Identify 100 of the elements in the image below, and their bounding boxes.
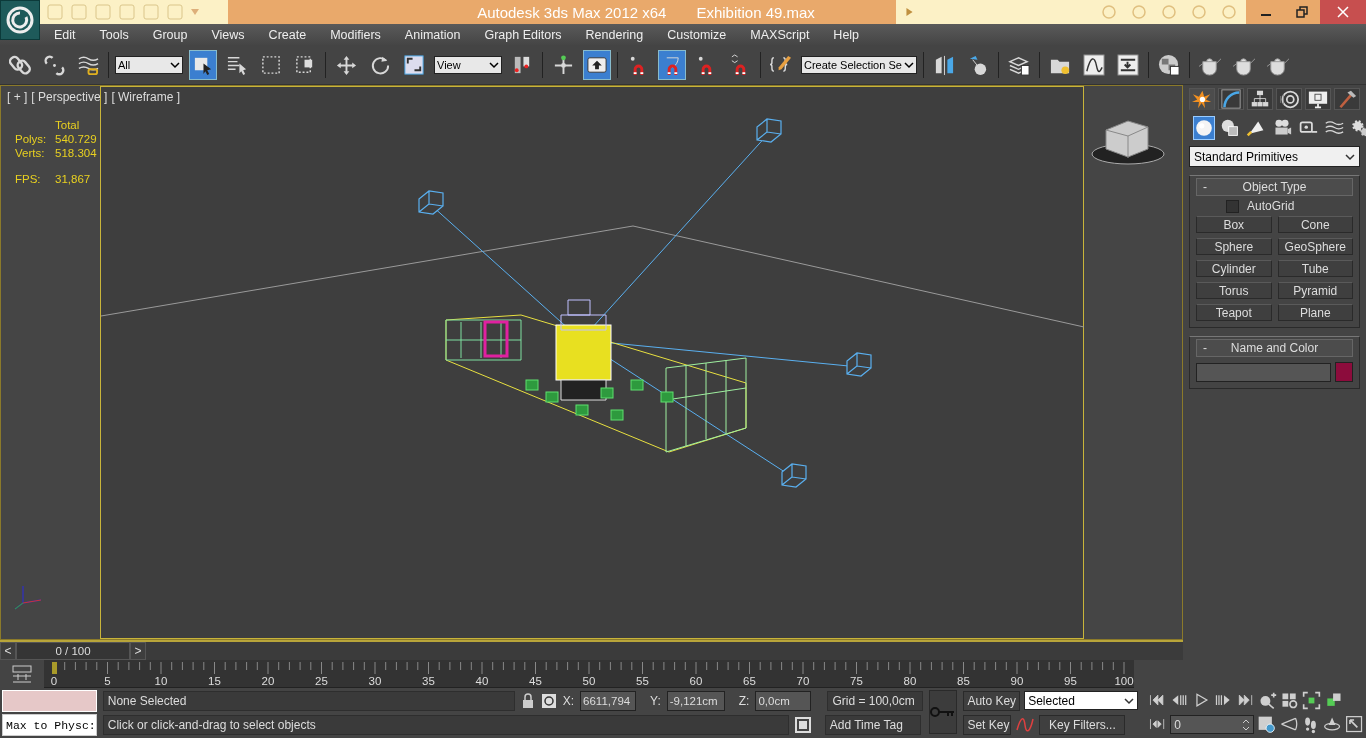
rollout-title[interactable]: Name and Color: [1217, 341, 1346, 355]
key-filters-button[interactable]: Key Filters...: [1039, 714, 1126, 735]
hammer-icon: [1337, 89, 1357, 109]
spinner-arrows-icon[interactable]: [1242, 717, 1251, 732]
current-frame-marker[interactable]: [52, 662, 57, 674]
primitive-button[interactable]: Cylinder: [1196, 260, 1272, 277]
fps-value: 31,867: [55, 173, 92, 185]
primitive-button[interactable]: Sphere: [1196, 238, 1272, 255]
timeline-label: 30: [368, 675, 382, 687]
restore-icon[interactable]: [1296, 6, 1308, 18]
timeline-label: 65: [743, 675, 756, 687]
align-icon: [967, 53, 989, 76]
key-mode-dropdown[interactable]: Selected: [1024, 691, 1139, 710]
app-title: Autodesk 3ds Max 2012 x64: [477, 3, 667, 21]
camera-robot-icon: [1272, 118, 1292, 138]
primitive-button[interactable]: Pyramid: [1277, 282, 1353, 299]
menu-item[interactable]: Modifiers: [318, 27, 393, 42]
auto-key-button[interactable]: Auto Key: [963, 690, 1021, 711]
timeline-label: 100: [1114, 675, 1134, 687]
caret-icon: [1124, 696, 1135, 705]
menu-item[interactable]: Tools: [87, 27, 141, 42]
maximize-icon[interactable]: [1345, 715, 1365, 734]
dropdown[interactable]: All: [115, 55, 183, 74]
zoom-icon[interactable]: [1258, 691, 1278, 710]
collapse-toggle[interactable]: -: [1203, 341, 1217, 355]
primitive-button[interactable]: Box: [1196, 216, 1272, 233]
caret-icon: [489, 60, 499, 69]
menu-item[interactable]: Create: [256, 27, 319, 42]
viewport-label[interactable]: [ Perspective ]: [31, 90, 108, 104]
viewport-label[interactable]: [ Wireframe ]: [111, 90, 181, 104]
primitive-button[interactable]: Torus: [1196, 282, 1272, 299]
stats-header: Total: [55, 119, 81, 131]
frame-field[interactable]: 0: [1170, 715, 1255, 734]
menu-item[interactable]: MAXScript: [738, 27, 822, 42]
panel-tab[interactable]: [1334, 88, 1360, 110]
menu-item[interactable]: Rendering: [573, 27, 656, 42]
time-tag-icon[interactable]: [794, 716, 811, 733]
panel-tab[interactable]: [1189, 88, 1215, 110]
next-frame-button[interactable]: >: [130, 642, 146, 660]
dropdown[interactable]: Create Selection Se: [801, 55, 917, 74]
set-key-button[interactable]: Set Key: [963, 714, 1012, 735]
color-swatch[interactable]: [1335, 362, 1353, 382]
panel-tab[interactable]: [1247, 88, 1273, 110]
file-title: Exhibition 49.max: [696, 3, 815, 21]
app-logo-icon[interactable]: [0, 0, 40, 40]
z-field[interactable]: 0,0cm: [755, 690, 812, 711]
x-label: X:: [562, 693, 575, 708]
lock-icon[interactable]: [520, 692, 535, 709]
move-arrows-icon: [335, 53, 357, 76]
curve-graph-icon: [1083, 53, 1105, 76]
primitive-button[interactable]: Tube: [1277, 260, 1353, 277]
schematic-icon: [1117, 53, 1139, 76]
x-field[interactable]: 6611,794: [580, 690, 637, 711]
curve-tab-icon: [1221, 89, 1241, 109]
add-time-tag[interactable]: Add Time Tag: [824, 714, 921, 735]
primitive-button[interactable]: Cone: [1277, 216, 1353, 233]
dropdown[interactable]: View: [434, 55, 502, 74]
primitive-button[interactable]: Teapot: [1196, 304, 1272, 321]
transform-mode-icon[interactable]: [540, 692, 557, 709]
primitive-button[interactable]: GeoSphere: [1277, 238, 1353, 255]
type-dropdown[interactable]: Standard Primitives: [1189, 146, 1360, 167]
selection-status: None Selected: [102, 690, 515, 711]
toolbar-button[interactable]: [189, 49, 217, 80]
menu-item[interactable]: Group: [140, 27, 200, 42]
rollout-title[interactable]: Object Type: [1217, 180, 1346, 194]
axis-tripod-icon: [14, 585, 42, 610]
menu-item[interactable]: Views: [199, 27, 257, 42]
track-bar-icon[interactable]: [11, 664, 33, 684]
timeline-label: 45: [529, 675, 542, 687]
zoom-all-icon[interactable]: [1280, 691, 1300, 710]
primitive-button[interactable]: Plane: [1277, 304, 1353, 321]
menu-item[interactable]: Customize: [655, 27, 739, 42]
timeline-label: 0: [50, 675, 58, 687]
chain-link-icon: [9, 53, 31, 76]
toolbar-button[interactable]: [583, 49, 611, 80]
menu-item[interactable]: Edit: [42, 27, 88, 42]
close-icon[interactable]: [1337, 6, 1349, 18]
timeline-label: 90: [1010, 675, 1024, 687]
stat-label: Polys:: [15, 133, 48, 145]
prev-frame-button[interactable]: <: [0, 642, 16, 660]
panel-tab[interactable]: [1305, 88, 1331, 110]
panel-tab[interactable]: [1276, 88, 1302, 110]
timeline-label: 60: [689, 675, 703, 687]
collapse-toggle[interactable]: -: [1203, 180, 1217, 194]
scale-box-icon: [403, 53, 425, 76]
menu-item[interactable]: Help: [821, 27, 872, 42]
listener-input[interactable]: Max to Physc:: [2, 714, 97, 736]
viewport-label[interactable]: [ + ]: [7, 90, 28, 104]
sphere-icon: [1194, 118, 1214, 138]
time-config-icon[interactable]: [1257, 715, 1277, 734]
timeline-label: 80: [903, 675, 917, 687]
name-field[interactable]: [1196, 362, 1331, 382]
mirror-icon: [933, 53, 955, 76]
menu-item[interactable]: Graph Editors: [472, 27, 574, 42]
y-field[interactable]: -9,121cm: [666, 690, 725, 711]
zoom-extents-icon[interactable]: [1302, 691, 1322, 710]
category-button[interactable]: [1193, 116, 1215, 140]
panel-tab[interactable]: [1218, 88, 1244, 110]
checkbox[interactable]: [1226, 199, 1239, 213]
menu-item[interactable]: Animation: [392, 27, 473, 42]
